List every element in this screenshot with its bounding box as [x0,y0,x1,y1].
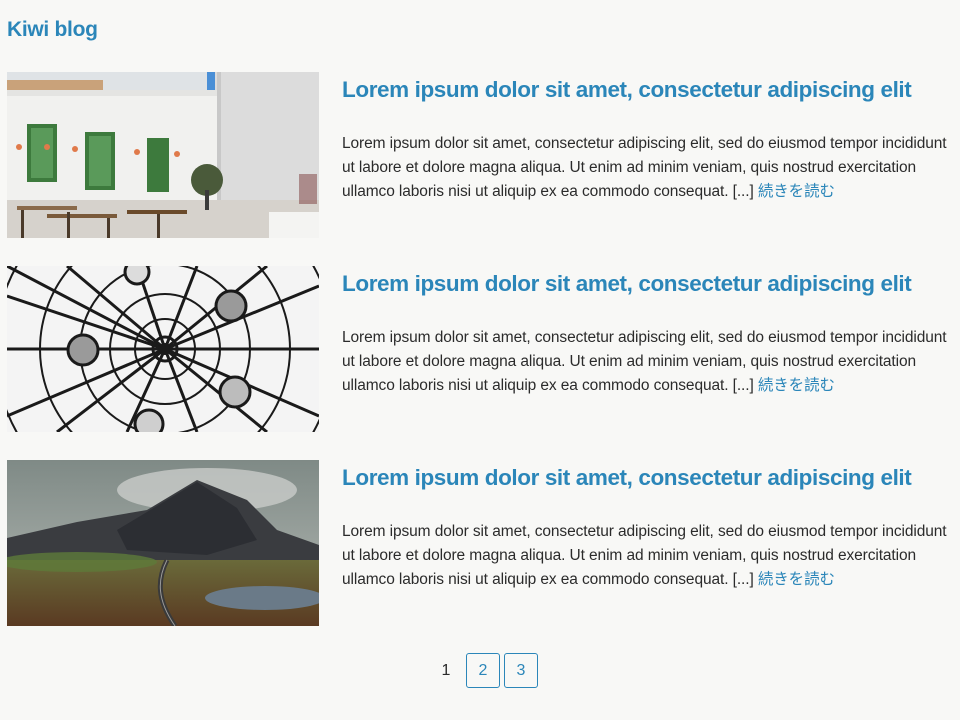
post-excerpt-text: Lorem ipsum dolor sit amet, consectetur … [342,135,947,200]
post-card: Lorem ipsum dolor sit amet, consectetur … [7,460,960,626]
post-card: Lorem ipsum dolor sit amet, consectetur … [7,266,960,432]
post-title[interactable]: Lorem ipsum dolor sit amet, consectetur … [342,271,912,297]
post-thumbnail-glass-ceiling[interactable] [7,266,319,432]
post-thumbnail-white-cafe[interactable] [7,72,319,238]
pagination: 1 2 3 [430,653,538,688]
site-title-link[interactable]: Kiwi blog [7,18,98,42]
post-excerpt-text: Lorem ipsum dolor sit amet, consectetur … [342,523,947,588]
post-title[interactable]: Lorem ipsum dolor sit amet, consectetur … [342,77,912,103]
post-excerpt: Lorem ipsum dolor sit amet, consectetur … [342,132,960,204]
read-more-link[interactable]: 続きを読む [758,571,835,588]
page-2-link[interactable]: 2 [466,653,500,688]
read-more-link[interactable]: 続きを読む [758,183,835,200]
post-title[interactable]: Lorem ipsum dolor sit amet, consectetur … [342,465,912,491]
page-3-link[interactable]: 3 [504,653,538,688]
post-excerpt: Lorem ipsum dolor sit amet, consectetur … [342,326,960,398]
post-excerpt-text: Lorem ipsum dolor sit amet, consectetur … [342,329,947,394]
read-more-link[interactable]: 続きを読む [758,377,835,394]
current-page-number: 1 [441,661,451,679]
mountain-landscape-image [7,460,319,626]
glass-dome-ceiling-image [7,266,319,432]
post-excerpt: Lorem ipsum dolor sit amet, consectetur … [342,520,960,592]
post-thumbnail-mountain-road[interactable] [7,460,319,626]
white-building-cafe-image [7,72,319,238]
post-card: Lorem ipsum dolor sit amet, consectetur … [7,72,960,238]
